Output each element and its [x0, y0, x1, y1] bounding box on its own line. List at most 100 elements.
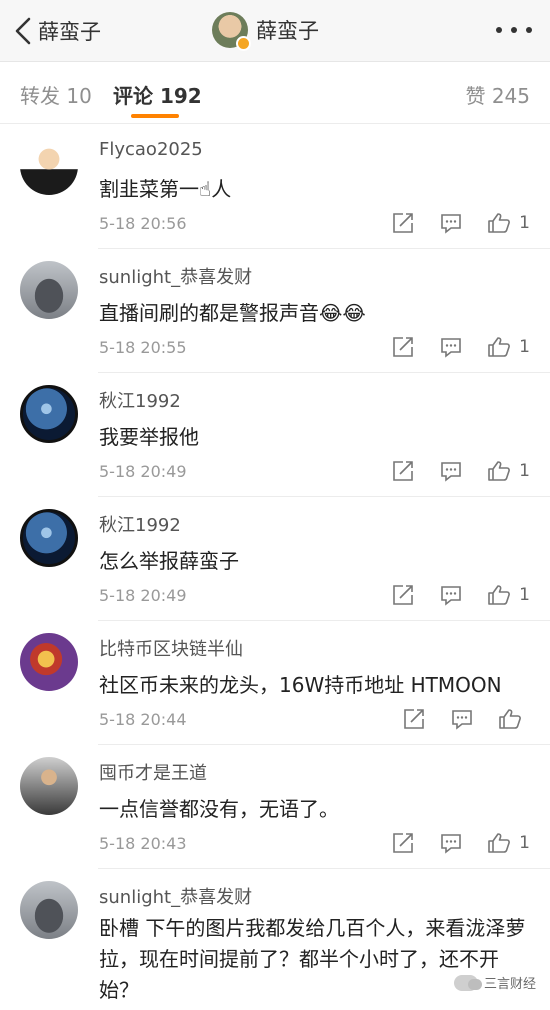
comment-icon: [452, 710, 472, 730]
comment-icon: [441, 586, 461, 606]
thumbs-up-icon: [488, 337, 511, 357]
reply-button[interactable]: [439, 211, 463, 235]
tab-reposts[interactable]: 转发 10: [20, 80, 92, 109]
avatar[interactable]: [20, 385, 78, 443]
share-button[interactable]: [391, 831, 415, 855]
comment-item: 囤币才是王道 一点信誉都没有，无语了。 5-18 20:43 1: [0, 745, 550, 869]
comment-item: 秋江1992 我要举报他 5-18 20:49 1: [0, 373, 550, 497]
share-icon: [393, 337, 413, 357]
comment-icon: [441, 338, 461, 358]
share-icon: [404, 709, 424, 729]
thumbs-up-icon: [488, 833, 511, 853]
share-icon: [393, 833, 413, 853]
avatar[interactable]: [20, 881, 78, 939]
tab-bar: 转发 10 评论 192 赞 245: [0, 62, 550, 124]
source-watermark: 三言财经: [453, 973, 536, 992]
share-button[interactable]: [391, 459, 415, 483]
like-button[interactable]: 1: [487, 335, 530, 359]
comment-icon: [441, 214, 461, 234]
comment-actions: 1: [391, 333, 530, 361]
thumbs-up-icon: [488, 585, 511, 605]
comment-username[interactable]: 囤币才是王道: [99, 759, 207, 785]
laughing-crying-emoji: 😂😂: [319, 301, 366, 325]
more-dot: [511, 27, 517, 33]
comment-item: Flycao2025 割韭菜第一☝人 5-18 20:56 1: [0, 125, 550, 249]
comment-text: 割韭菜第一☝人: [99, 173, 530, 205]
comment-actions: 1: [391, 457, 530, 485]
comment-timestamp: 5-18 20:56: [99, 214, 187, 233]
comment-item: 比特币区块链半仙 社区币未来的龙头，16W持币地址 HTMOON 5-18 20…: [0, 621, 550, 745]
share-button[interactable]: [391, 583, 415, 607]
share-button[interactable]: [391, 211, 415, 235]
comment-item: sunlight_恭喜发财 直播间刷的都是警报声音😂😂 5-18 20:55 1: [0, 249, 550, 373]
comment-icon: [441, 834, 461, 854]
share-button[interactable]: [391, 335, 415, 359]
more-options-button[interactable]: [496, 23, 532, 37]
comment-text-part: 割韭菜第一: [99, 177, 199, 201]
comment-timestamp: 5-18 20:49: [99, 586, 187, 605]
comment-username[interactable]: 秋江1992: [99, 511, 181, 537]
avatar[interactable]: [20, 261, 78, 319]
page-title-group[interactable]: 薛蛮子: [212, 12, 319, 51]
more-dots-icon: [496, 27, 502, 33]
comment-text-part: 直播间刷的都是警报声音: [99, 301, 319, 325]
comment-actions: 1: [391, 209, 530, 237]
share-icon: [393, 585, 413, 605]
like-button[interactable]: 1: [487, 831, 530, 855]
author-avatar[interactable]: [212, 12, 251, 51]
comment-icon: [441, 462, 461, 482]
watermark-label: 三言财经: [483, 977, 536, 992]
comment-username[interactable]: 比特币区块链半仙: [99, 635, 243, 661]
reply-button[interactable]: [439, 459, 463, 483]
share-icon: [393, 213, 413, 233]
avatar[interactable]: [20, 509, 78, 567]
comment-actions: 1: [391, 581, 530, 609]
comment-username[interactable]: 秋江1992: [99, 387, 181, 413]
like-count: 1: [519, 833, 530, 853]
comment-timestamp: 5-18 20:55: [99, 338, 187, 357]
avatar[interactable]: [20, 757, 78, 815]
verified-badge-icon: [236, 36, 251, 51]
like-button[interactable]: 1: [487, 583, 530, 607]
reply-button[interactable]: [439, 335, 463, 359]
comment-username[interactable]: Flycao2025: [99, 139, 203, 160]
comment-item: 秋江1992 怎么举报薛蛮子 5-18 20:49 1: [0, 497, 550, 621]
comment-timestamp: 5-18 20:49: [99, 462, 187, 481]
comment-text: 一点信誉都没有，无语了。: [99, 797, 339, 821]
comment-text: 直播间刷的都是警报声音😂😂: [99, 297, 530, 329]
thumbs-up-icon: [499, 709, 521, 729]
like-count: 1: [519, 585, 530, 605]
avatar[interactable]: [20, 137, 78, 195]
chevron-left-icon: [15, 17, 31, 45]
reply-button[interactable]: [439, 583, 463, 607]
like-count: 1: [519, 213, 530, 233]
like-count: 1: [519, 461, 530, 481]
back-button-label: 薛蛮子: [38, 20, 101, 44]
comment-text: 社区币未来的龙头，16W持币地址 HTMOON: [99, 673, 502, 697]
thumbs-up-icon: [488, 461, 511, 481]
pointing-up-emoji: ☝: [199, 177, 212, 201]
like-button[interactable]: [498, 707, 530, 731]
like-button[interactable]: 1: [487, 211, 530, 235]
reply-button[interactable]: [450, 707, 474, 731]
comment-text: 我要举报他: [99, 425, 199, 449]
comment-actions: 1: [391, 829, 530, 857]
avatar[interactable]: [20, 633, 78, 691]
like-count: 1: [519, 337, 530, 357]
comment-username[interactable]: sunlight_恭喜发财: [99, 263, 252, 289]
thumbs-up-icon: [488, 213, 511, 233]
tab-comments[interactable]: 评论 192: [113, 80, 202, 109]
comment-actions: [402, 705, 530, 733]
tab-likes[interactable]: 赞 245: [465, 80, 530, 109]
reply-button[interactable]: [439, 831, 463, 855]
share-icon: [393, 461, 413, 481]
active-tab-indicator: [131, 114, 179, 118]
wechat-icon: [453, 974, 482, 991]
comment-username[interactable]: sunlight_恭喜发财: [99, 883, 252, 909]
page-title: 薛蛮子: [256, 19, 319, 43]
more-dot: [526, 27, 532, 33]
back-button[interactable]: 薛蛮子: [12, 14, 101, 48]
like-button[interactable]: 1: [487, 459, 530, 483]
comment-text: 卧槽 下午的图片我都发给几百个人，来看泷泽萝拉，现在时间提前了？都半个小时了，还…: [99, 916, 526, 1002]
share-button[interactable]: [402, 707, 426, 731]
